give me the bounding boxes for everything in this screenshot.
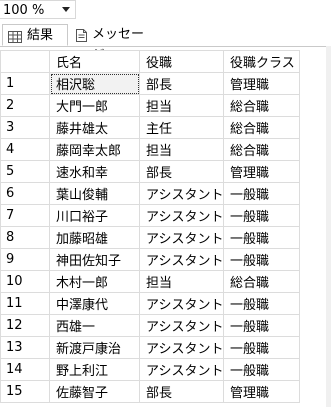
tab-results[interactable]: 結果 [2, 24, 68, 46]
message-icon [75, 28, 88, 49]
row-number-cell[interactable]: 6 [0, 182, 50, 205]
name-cell[interactable]: 川口裕子 [49, 204, 140, 227]
position-class-cell[interactable]: 一般職 [223, 336, 300, 359]
position-cell[interactable]: アシスタント [139, 182, 224, 205]
position-cell[interactable]: 担当 [139, 94, 224, 117]
name-cell[interactable]: 神田佐知子 [49, 248, 140, 271]
position-class-cell[interactable]: 一般職 [223, 182, 300, 205]
position-class-cell[interactable]: 総合職 [223, 116, 300, 139]
vertical-scrollbar[interactable] [326, 46, 331, 407]
name-cell[interactable]: 木村一郎 [49, 270, 140, 293]
table-row[interactable]: 2 大門一郎 担当 総合職 [0, 94, 300, 117]
position-cell[interactable]: アシスタント [139, 226, 224, 249]
row-number-cell[interactable]: 11 [0, 292, 50, 315]
position-cell[interactable]: アシスタント [139, 336, 224, 359]
table-row[interactable]: 5 速水和幸 部長 管理職 [0, 160, 300, 183]
position-cell[interactable]: 部長 [139, 380, 224, 403]
name-cell[interactable]: 葉山俊輔 [49, 182, 140, 205]
zoom-bar: 100 % [0, 0, 331, 20]
table-row[interactable]: 10 木村一郎 担当 総合職 [0, 270, 300, 293]
row-number-cell[interactable]: 9 [0, 248, 50, 271]
position-class-cell[interactable]: 管理職 [223, 160, 300, 183]
table-row[interactable]: 6 葉山俊輔 アシスタント 一般職 [0, 182, 300, 205]
position-class-cell[interactable]: 総合職 [223, 270, 300, 293]
table-row[interactable]: 13 新渡戸康治 アシスタント 一般職 [0, 336, 300, 359]
table-row[interactable]: 11 中澤康代 アシスタント 一般職 [0, 292, 300, 315]
position-class-cell[interactable]: 総合職 [223, 138, 300, 161]
tab-messages[interactable]: メッセージ [70, 24, 154, 63]
name-cell[interactable]: 新渡戸康治 [49, 336, 140, 359]
row-number-cell[interactable]: 8 [0, 226, 50, 249]
position-class-cell[interactable]: 一般職 [223, 204, 300, 227]
table-row[interactable]: 4 藤岡幸太郎 担当 総合職 [0, 138, 300, 161]
position-class-cell[interactable]: 総合職 [223, 94, 300, 117]
position-class-cell[interactable]: 一般職 [223, 358, 300, 381]
tab-results-label: 結果 [27, 28, 54, 43]
result-tabs: 結果 メッセージ [0, 24, 331, 63]
row-number-cell[interactable]: 5 [0, 160, 50, 183]
name-cell[interactable]: 藤井雄太 [49, 116, 140, 139]
name-cell[interactable]: 野上利江 [49, 358, 140, 381]
name-cell[interactable]: 佐藤智子 [49, 380, 140, 403]
name-cell[interactable]: 西雄一 [49, 314, 140, 337]
position-cell[interactable]: 主任 [139, 116, 224, 139]
table-row[interactable]: 12 西雄一 アシスタント 一般職 [0, 314, 300, 337]
row-number-cell[interactable]: 7 [0, 204, 50, 227]
table-row[interactable]: 1 相沢聡 部長 管理職 [0, 72, 300, 95]
name-cell[interactable]: 藤岡幸太郎 [49, 138, 140, 161]
name-cell[interactable]: 中澤康代 [49, 292, 140, 315]
grid-icon [8, 29, 22, 50]
position-class-cell[interactable]: 管理職 [223, 380, 300, 403]
row-number-cell[interactable]: 15 [0, 380, 50, 403]
name-cell[interactable]: 大門一郎 [49, 94, 140, 117]
name-cell[interactable]: 速水和幸 [49, 160, 140, 183]
chevron-down-icon[interactable] [62, 7, 70, 12]
table-row[interactable]: 8 加藤昭雄 アシスタント 一般職 [0, 226, 300, 249]
position-cell[interactable]: 部長 [139, 160, 224, 183]
position-class-cell[interactable]: 一般職 [223, 248, 300, 271]
zoom-value: 100 % [3, 3, 45, 18]
table-row[interactable]: 15 佐藤智子 部長 管理職 [0, 380, 300, 403]
position-cell[interactable]: 担当 [139, 138, 224, 161]
position-cell[interactable]: アシスタント [139, 292, 224, 315]
row-number-cell[interactable]: 3 [0, 116, 50, 139]
position-cell[interactable]: アシスタント [139, 358, 224, 381]
row-number-cell[interactable]: 13 [0, 336, 50, 359]
position-cell[interactable]: アシスタント [139, 314, 224, 337]
position-class-cell[interactable]: 管理職 [223, 72, 300, 95]
name-cell[interactable]: 加藤昭雄 [49, 226, 140, 249]
table-row[interactable]: 14 野上利江 アシスタント 一般職 [0, 358, 300, 381]
column-header-name[interactable]: 氏名 [49, 50, 140, 73]
row-number-cell[interactable]: 12 [0, 314, 50, 337]
results-grid: 氏名 役職 役職クラス 1 相沢聡 部長 管理職 2 大門一郎 担当 総合職 3 藤井雄太 主任 総合… [0, 50, 300, 403]
position-cell[interactable]: 担当 [139, 270, 224, 293]
position-cell[interactable]: アシスタント [139, 248, 224, 271]
position-cell[interactable]: アシスタント [139, 204, 224, 227]
table-row[interactable]: 3 藤井雄太 主任 総合職 [0, 116, 300, 139]
column-header-rownum[interactable] [0, 50, 50, 73]
row-number-cell[interactable]: 4 [0, 138, 50, 161]
position-cell[interactable]: 部長 [139, 72, 224, 95]
position-class-cell[interactable]: 一般職 [223, 292, 300, 315]
header-row: 氏名 役職 役職クラス [0, 50, 300, 73]
position-class-cell[interactable]: 一般職 [223, 226, 300, 249]
column-header-position[interactable]: 役職 [139, 50, 224, 73]
row-number-cell[interactable]: 14 [0, 358, 50, 381]
position-class-cell[interactable]: 一般職 [223, 314, 300, 337]
row-number-cell[interactable]: 1 [0, 72, 50, 95]
table-row[interactable]: 9 神田佐知子 アシスタント 一般職 [0, 248, 300, 271]
row-number-cell[interactable]: 10 [0, 270, 50, 293]
row-number-cell[interactable]: 2 [0, 94, 50, 117]
name-cell[interactable]: 相沢聡 [49, 72, 140, 95]
column-header-position-class[interactable]: 役職クラス [223, 50, 300, 73]
table-row[interactable]: 7 川口裕子 アシスタント 一般職 [0, 204, 300, 227]
zoom-dropdown[interactable]: 100 % [0, 0, 76, 19]
